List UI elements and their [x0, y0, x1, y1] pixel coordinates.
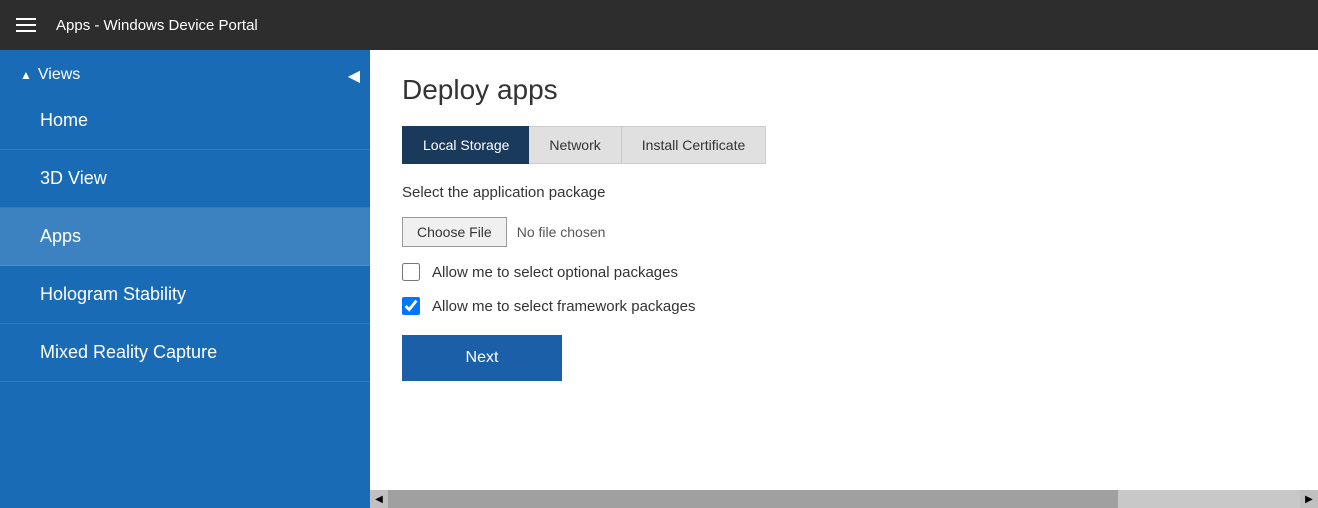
framework-packages-label: Allow me to select framework packages [432, 298, 695, 315]
tab-install-certificate[interactable]: Install Certificate [621, 126, 766, 164]
tab-network[interactable]: Network [529, 126, 620, 164]
deploy-form: Select the application package Choose Fi… [402, 184, 1286, 381]
optional-packages-label: Allow me to select optional packages [432, 264, 678, 281]
next-button[interactable]: Next [402, 335, 562, 381]
scroll-right-button[interactable]: ▶ [1300, 490, 1318, 508]
choose-file-button[interactable]: Choose File [402, 217, 507, 247]
sidebar-item-apps[interactable]: Apps [0, 208, 370, 266]
no-file-text: No file chosen [517, 224, 606, 240]
sidebar-item-3d-view[interactable]: 3D View [0, 150, 370, 208]
optional-packages-row: Allow me to select optional packages [402, 263, 1286, 281]
scroll-track[interactable] [388, 490, 1300, 508]
views-arrow-icon: ▲ [20, 68, 32, 82]
sidebar-collapse-button[interactable]: ◀ [338, 62, 370, 90]
optional-packages-checkbox[interactable] [402, 263, 420, 281]
framework-packages-row: Allow me to select framework packages [402, 297, 1286, 315]
sidebar-nav: Home 3D View Apps Hologram Stability Mix… [0, 92, 370, 382]
app-title: Apps - Windows Device Portal [56, 17, 258, 34]
tab-local-storage[interactable]: Local Storage [402, 126, 529, 164]
tab-bar: Local Storage Network Install Certificat… [402, 126, 1286, 164]
views-label: Views [38, 66, 80, 84]
sidebar-item-mixed-reality-capture[interactable]: Mixed Reality Capture [0, 324, 370, 382]
menu-icon[interactable] [16, 18, 36, 32]
select-package-label: Select the application package [402, 184, 1286, 201]
page-title: Deploy apps [402, 74, 1286, 106]
sidebar: ◀ ▲ Views Home 3D View Apps Hologram Sta… [0, 50, 370, 508]
horizontal-scrollbar: ◀ ▶ [370, 490, 1318, 508]
scroll-left-button[interactable]: ◀ [370, 490, 388, 508]
sidebar-views-header: ▲ Views [0, 50, 370, 92]
framework-packages-checkbox[interactable] [402, 297, 420, 315]
main-layout: ◀ ▲ Views Home 3D View Apps Hologram Sta… [0, 50, 1318, 508]
header: Apps - Windows Device Portal [0, 0, 1318, 50]
sidebar-item-home[interactable]: Home [0, 92, 370, 150]
scroll-thumb[interactable] [388, 490, 1118, 508]
sidebar-item-hologram-stability[interactable]: Hologram Stability [0, 266, 370, 324]
content-area: Deploy apps Local Storage Network Instal… [370, 50, 1318, 508]
file-picker-row: Choose File No file chosen [402, 217, 1286, 247]
